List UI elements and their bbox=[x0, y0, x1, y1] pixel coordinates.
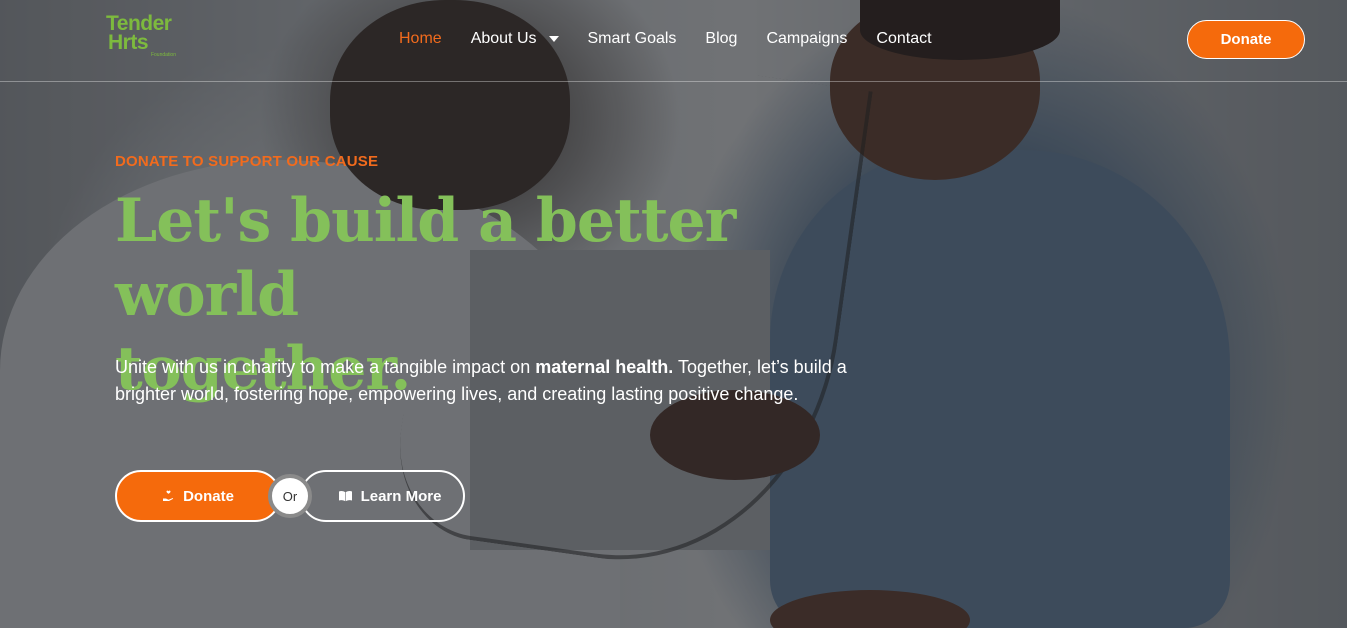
nav-item-blog[interactable]: Blog bbox=[705, 30, 737, 48]
or-divider-badge: Or bbox=[268, 474, 312, 518]
nav-item-campaigns[interactable]: Campaigns bbox=[766, 30, 847, 48]
lead-text-start: Unite with us in charity to make a tangi… bbox=[115, 357, 536, 377]
main-nav: Home About Us Smart Goals Blog Campaigns… bbox=[399, 29, 961, 49]
nav-item-label: Smart Goals bbox=[587, 30, 677, 47]
site-header: Tender Hrts Foundation Home About Us Sma… bbox=[0, 0, 1347, 82]
headline-line-1: Let's build a better world bbox=[115, 186, 736, 330]
chevron-down-icon bbox=[548, 36, 559, 42]
learn-more-label: Learn More bbox=[360, 487, 442, 505]
nav-item-smart-goals[interactable]: Smart Goals bbox=[588, 30, 677, 48]
nav-item-label: Home bbox=[399, 30, 442, 47]
book-icon bbox=[338, 490, 353, 502]
site-logo[interactable]: Tender Hrts Foundation bbox=[106, 13, 186, 64]
hero-eyebrow: DONATE TO SUPPORT OUR CAUSE bbox=[115, 153, 379, 170]
hero-lead-text: Unite with us in charity to make a tangi… bbox=[115, 354, 905, 408]
logo-text-line2: Hrts bbox=[108, 31, 149, 54]
nav-item-label: Blog bbox=[705, 30, 738, 47]
nav-item-label: Campaigns bbox=[766, 30, 848, 47]
learn-more-button[interactable]: Learn More bbox=[300, 470, 465, 522]
nav-item-contact[interactable]: Contact bbox=[876, 30, 931, 48]
nav-item-label: About Us bbox=[470, 30, 537, 47]
hero-donate-label: Donate bbox=[183, 487, 234, 505]
header-donate-button[interactable]: Donate bbox=[1187, 20, 1305, 59]
hand-heart-icon bbox=[162, 490, 175, 502]
hero-cta-group: Donate Learn More Or bbox=[115, 470, 475, 522]
nav-item-about-us[interactable]: About Us bbox=[471, 30, 559, 48]
nav-item-label: Contact bbox=[876, 30, 932, 47]
hero-donate-button[interactable]: Donate bbox=[115, 470, 281, 522]
lead-text-emphasis: maternal health. bbox=[535, 357, 674, 377]
nav-item-home[interactable]: Home bbox=[399, 30, 442, 48]
